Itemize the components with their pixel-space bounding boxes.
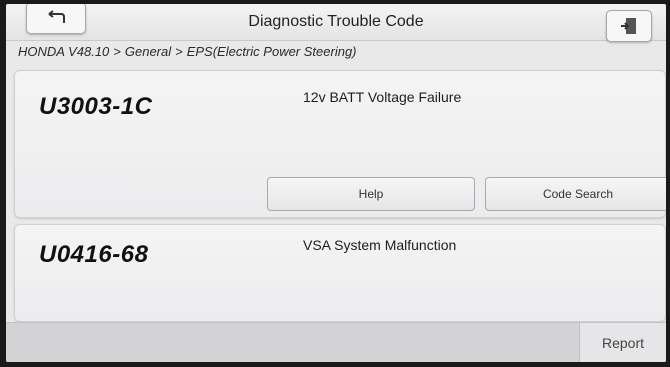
breadcrumb-item-make[interactable]: HONDA V48.10	[18, 44, 109, 59]
breadcrumb-item-system: EPS(Electric Power Steering)	[186, 44, 357, 59]
page-title: Diagnostic Trouble Code	[248, 13, 424, 30]
help-button[interactable]: Help	[267, 177, 475, 211]
dtc-code: U3003-1C	[39, 93, 153, 120]
app-screen: Diagnostic Trouble Code HONDA V48.10 > Gen…	[6, 4, 666, 362]
dtc-card[interactable]: U0416-68 VSA System Malfunction	[14, 224, 666, 322]
exit-door-icon	[620, 17, 638, 35]
breadcrumb-separator: >	[175, 44, 183, 59]
code-search-button[interactable]: Code Search	[485, 177, 666, 211]
dtc-code: U0416-68	[39, 241, 149, 268]
exit-button[interactable]	[606, 10, 652, 42]
dtc-description: 12v BATT Voltage Failure	[303, 89, 462, 105]
breadcrumb-separator: >	[113, 44, 121, 59]
title-bar: Diagnostic Trouble Code	[6, 4, 666, 42]
dtc-description: VSA System Malfunction	[303, 237, 457, 253]
breadcrumb: HONDA V48.10 > General > EPS(Electric Power …	[18, 44, 357, 64]
breadcrumb-item-general[interactable]: General	[125, 44, 171, 59]
dtc-card[interactable]: U3003-1C 12v BATT Voltage Failure Help C…	[14, 70, 666, 218]
bottom-toolbar: Report	[6, 322, 666, 362]
report-button[interactable]: Report	[579, 323, 666, 362]
